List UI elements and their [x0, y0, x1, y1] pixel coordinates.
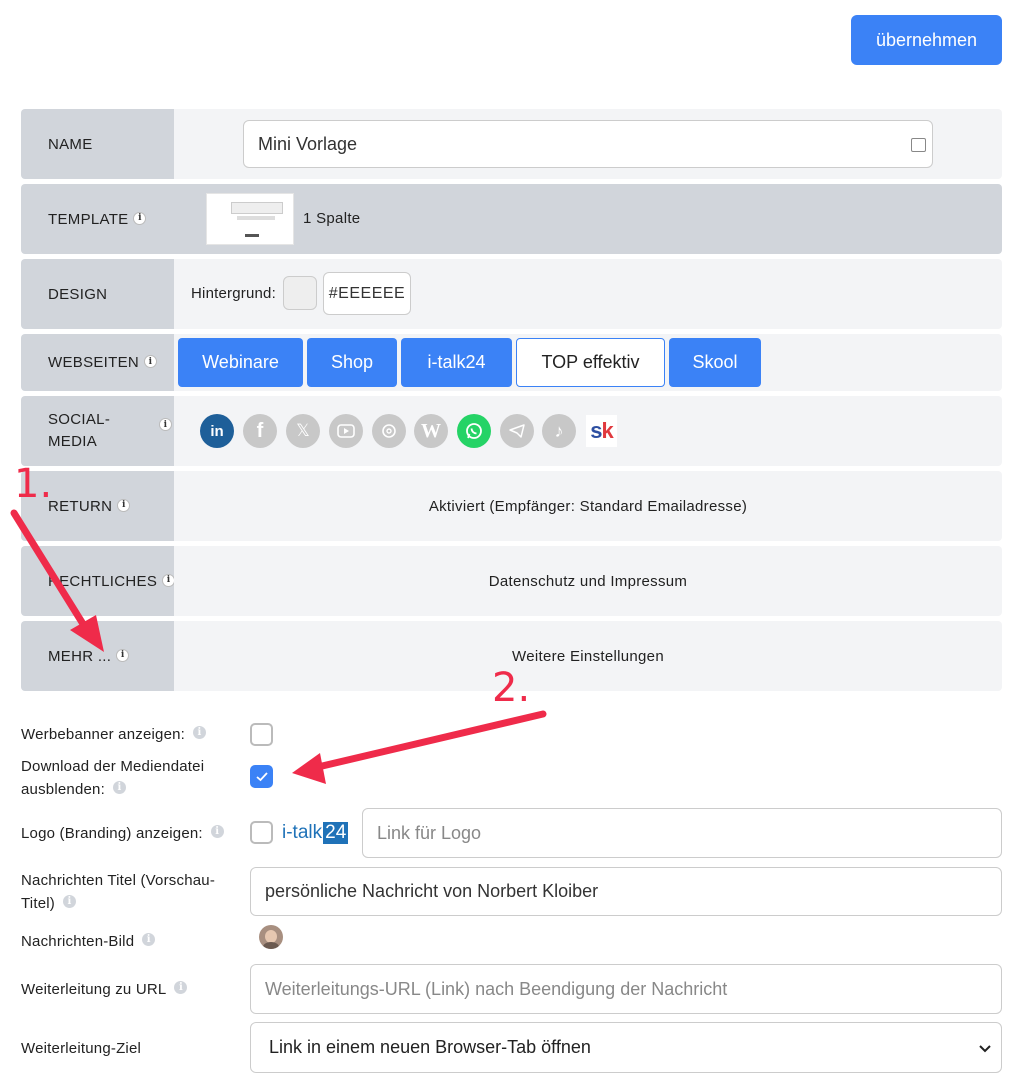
weiterleitung-ziel-label: Weiterleitung-Ziel [21, 1037, 141, 1060]
weiterleitung-url-label-text: Weiterleitung zu URL [21, 981, 167, 998]
tiktok-icon[interactable]: ♪ [542, 414, 576, 448]
row-label-name-text: NAME [48, 135, 93, 153]
chevron-down-icon [979, 1040, 991, 1056]
info-icon[interactable]: i [117, 649, 129, 661]
info-icon[interactable]: i [163, 574, 174, 586]
nachrichten-bild-label-text: Nachrichten-Bild [21, 933, 135, 950]
linkedin-icon[interactable]: in [200, 414, 234, 448]
logo-label-text: Logo (Branding) anzeigen: [21, 825, 203, 842]
italk24-logo-text: i-talk [282, 822, 323, 843]
nachrichten-titel-label-line2: Titel) [21, 895, 55, 912]
row-label-social-text: SOCIAL- MEDIA [48, 411, 111, 450]
info-icon[interactable]: i [118, 499, 130, 511]
row-label-rechtliches: RECHTLICHES i [21, 546, 174, 616]
site-button-top-effektiv[interactable]: TOP effektiv [516, 338, 665, 387]
nachrichten-titel-label-line1: Nachrichten Titel (Vorschau- [21, 872, 216, 889]
weiterleitung-ziel-label-text: Weiterleitung-Ziel [21, 1040, 142, 1057]
row-body-rechtliches[interactable]: Datenschutz und Impressum [174, 546, 1002, 616]
row-body-mehr[interactable]: Weitere Einstellungen [174, 621, 1002, 691]
template-thumbnail[interactable] [206, 193, 294, 245]
annotation-step-2: 2. [492, 665, 531, 711]
nachrichten-titel-label: Nachrichten Titel (Vorschau- Titel) i [21, 869, 215, 915]
row-label-name: NAME [21, 109, 174, 179]
arrow-2-head [292, 753, 326, 784]
avatar[interactable] [259, 925, 283, 949]
download-label-line2: ausblenden: [21, 781, 105, 798]
info-icon[interactable]: i [193, 726, 207, 739]
werbebanner-label-text: Werbebanner anzeigen: [21, 726, 186, 743]
row-body-return[interactable]: Aktiviert (Empfänger: Standard Emailadre… [174, 471, 1002, 541]
telegram-icon[interactable] [500, 414, 534, 448]
site-button-shop[interactable]: Shop [307, 338, 397, 387]
x-icon[interactable]: 𝕏 [286, 414, 320, 448]
italk24-logo-number: 24 [323, 822, 349, 844]
row-label-webseiten-text: WEBSEITEN [48, 354, 140, 371]
row-label-return-text: RETURN [48, 497, 113, 515]
row-label-mehr[interactable]: MEHR ... i [21, 621, 174, 691]
weiterleitung-url-input[interactable]: Weiterleitungs-URL (Link) nach Beendigun… [250, 964, 1002, 1014]
facebook-icon[interactable]: f [243, 414, 277, 448]
name-input-value: Mini Vorlage [258, 133, 358, 154]
background-color-value: #EEEEEE [328, 284, 406, 302]
row-label-webseiten: WEBSEITEN i [21, 334, 174, 391]
row-label-template: TEMPLATE i [21, 184, 174, 254]
weiterleitung-ziel-select[interactable]: Link in einem neuen Browser-Tab öffnen [250, 1022, 1002, 1073]
info-icon[interactable]: i [174, 981, 188, 994]
row-label-design: DESIGN [21, 259, 174, 329]
werbebanner-checkbox[interactable] [250, 723, 273, 746]
logo-link-placeholder: Link für Logo [377, 822, 482, 843]
mehr-value: Weitere Einstellungen [512, 647, 664, 665]
site-button-italk24[interactable]: i-talk24 [401, 338, 512, 387]
info-icon[interactable]: i [160, 419, 171, 430]
info-icon[interactable]: i [112, 781, 126, 794]
weiterleitung-url-placeholder: Weiterleitungs-URL (Link) nach Beendigun… [265, 978, 728, 999]
weiterleitung-url-label: Weiterleitung zu URL i [21, 978, 188, 1001]
weiterleitung-ziel-value: Link in einem neuen Browser-Tab öffnen [269, 1037, 591, 1057]
template-name: 1 Spalte [303, 210, 361, 227]
row-body-template [174, 184, 1002, 254]
row-label-rechtliches-text: RECHTLICHES [48, 572, 158, 590]
return-value: Aktiviert (Empfänger: Standard Emailadre… [428, 497, 748, 515]
annotation-step-1: 1. [14, 461, 53, 507]
name-input[interactable]: Mini Vorlage [243, 120, 933, 168]
download-label: Download der Mediendatei ausblenden: i [21, 755, 204, 801]
rechtliches-value: Datenschutz und Impressum [488, 572, 688, 590]
nachrichten-titel-value: persönliche Nachricht von Norbert Kloibe… [265, 881, 599, 901]
site-button-skool[interactable]: Skool [669, 338, 761, 387]
row-label-template-text: TEMPLATE [48, 210, 129, 228]
download-label-line1: Download der Mediendatei [21, 758, 205, 775]
row-label-social: SOCIAL- MEDIA i [21, 396, 174, 466]
row-label-design-text: DESIGN [48, 285, 108, 303]
info-icon[interactable]: i [142, 933, 156, 946]
background-label: Hintergrund: [191, 285, 276, 302]
download-checkbox[interactable] [250, 765, 273, 788]
whatsapp-icon[interactable] [457, 414, 491, 448]
youtube-icon[interactable] [329, 414, 363, 448]
threads-icon[interactable] [372, 414, 406, 448]
italk24-logo: i-talk 24 [282, 821, 349, 845]
background-color-swatch[interactable] [283, 276, 317, 310]
background-color-input[interactable]: #EEEEEE [323, 272, 411, 315]
info-icon[interactable]: i [210, 825, 224, 838]
skool-icon[interactable]: sk [586, 415, 617, 447]
info-icon[interactable]: i [134, 212, 146, 224]
logo-link-input[interactable]: Link für Logo [362, 808, 1002, 858]
apply-button[interactable]: übernehmen [851, 15, 1002, 65]
site-button-webinare[interactable]: Webinare [178, 338, 303, 387]
logo-label: Logo (Branding) anzeigen: i [21, 822, 224, 845]
info-icon[interactable]: i [145, 356, 157, 367]
row-label-mehr-text: MEHR ... [48, 647, 112, 665]
wordpress-icon[interactable]: W [414, 414, 448, 448]
logo-checkbox[interactable] [250, 821, 273, 844]
keyboard-icon [911, 138, 926, 152]
werbebanner-label: Werbebanner anzeigen: i [21, 723, 207, 746]
info-icon[interactable]: i [62, 895, 76, 908]
nachrichten-bild-label: Nachrichten-Bild i [21, 930, 156, 953]
nachrichten-titel-input[interactable]: persönliche Nachricht von Norbert Kloibe… [250, 867, 1002, 916]
